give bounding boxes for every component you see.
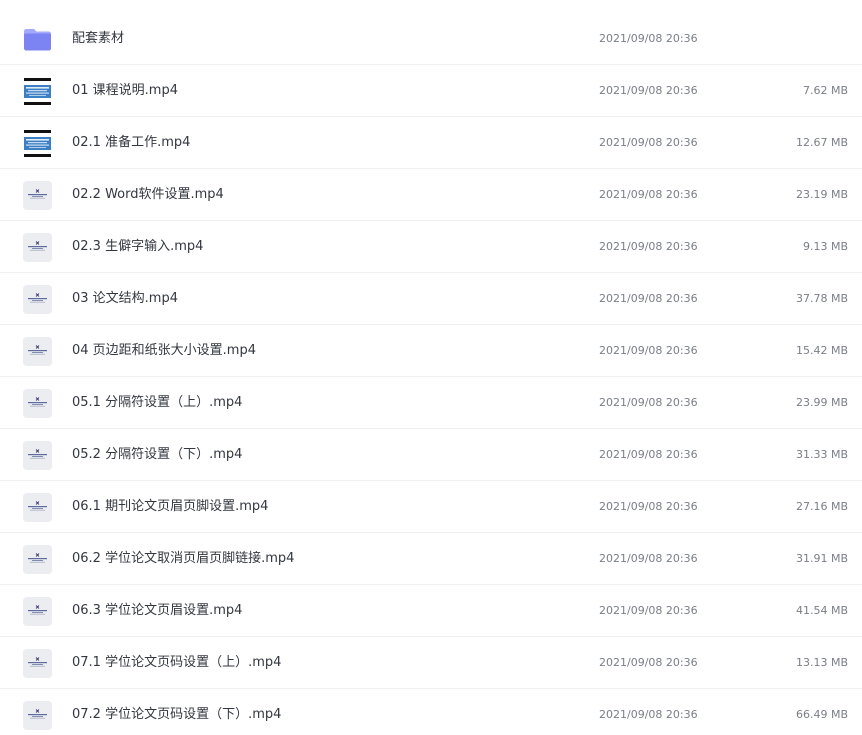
file-name[interactable]: 06.1 期刊论文页眉页脚设置.mp4 [72, 481, 268, 533]
modified-date: 2021/09/08 20:36 [599, 292, 698, 305]
file-size: 37.78 MB [795, 292, 848, 305]
file-size: 15.42 MB [795, 344, 848, 357]
file-row[interactable]: 05.2 分隔符设置（下）.mp4 2021/09/08 20:36 31.33 M… [0, 429, 862, 481]
file-size: 31.33 MB [795, 448, 848, 461]
video-thumbnail-light-icon [23, 545, 52, 574]
modified-date: 2021/09/08 20:36 [599, 396, 698, 409]
video-thumbnail-dark-icon [23, 129, 52, 158]
file-row[interactable]: 02.2 Word软件设置.mp4 2021/09/08 20:36 23.19 M… [0, 169, 862, 221]
file-row[interactable]: 02.1 准备工作.mp4 2021/09/08 20:36 12.67 MB [0, 117, 862, 169]
file-name[interactable]: 配套素材 [72, 13, 124, 65]
modified-date: 2021/09/08 20:36 [599, 448, 698, 461]
video-thumbnail-dark-icon [23, 77, 52, 106]
file-row[interactable]: 01 课程说明.mp4 2021/09/08 20:36 7.62 MB [0, 65, 862, 117]
video-thumbnail-light-icon [23, 597, 52, 626]
video-thumbnail-light-icon [23, 285, 52, 314]
modified-date: 2021/09/08 20:36 [599, 188, 698, 201]
file-row[interactable]: 06.1 期刊论文页眉页脚设置.mp4 2021/09/08 20:36 27.16… [0, 481, 862, 533]
file-size: 23.99 MB [795, 396, 848, 409]
video-thumbnail-light-icon [23, 181, 52, 210]
file-name[interactable]: 01 课程说明.mp4 [72, 65, 178, 117]
file-size: 12.67 MB [795, 136, 848, 149]
modified-date: 2021/09/08 20:36 [599, 656, 698, 669]
file-size: 23.19 MB [795, 188, 848, 201]
file-name[interactable]: 02.1 准备工作.mp4 [72, 117, 190, 169]
file-name[interactable]: 06.3 学位论文页眉设置.mp4 [72, 585, 242, 637]
file-row[interactable]: 04 页边距和纸张大小设置.mp4 2021/09/08 20:36 15.42 M… [0, 325, 862, 377]
file-row[interactable]: 06.2 学位论文取消页眉页脚链接.mp4 2021/09/08 20:36 31.… [0, 533, 862, 585]
video-thumbnail-light-icon [23, 649, 52, 678]
video-thumbnail-light-icon [23, 441, 52, 470]
file-row[interactable]: 07.2 学位论文页码设置（下）.mp4 2021/09/08 20:36 66.4… [0, 689, 862, 735]
file-size: 66.49 MB [795, 708, 848, 721]
file-name[interactable]: 05.2 分隔符设置（下）.mp4 [72, 429, 242, 481]
modified-date: 2021/09/08 20:36 [599, 552, 698, 565]
file-name[interactable]: 04 页边距和纸张大小设置.mp4 [72, 325, 256, 377]
modified-date: 2021/09/08 20:36 [599, 240, 698, 253]
file-row[interactable]: 03 论文结构.mp4 2021/09/08 20:36 37.78 MB [0, 273, 862, 325]
file-size: 27.16 MB [795, 500, 848, 513]
modified-date: 2021/09/08 20:36 [599, 604, 698, 617]
file-name[interactable]: 07.1 学位论文页码设置（上）.mp4 [72, 637, 281, 689]
file-row[interactable]: 02.3 生僻字输入.mp4 2021/09/08 20:36 9.13 MB [0, 221, 862, 273]
video-thumbnail-light-icon [23, 493, 52, 522]
video-thumbnail-light-icon [23, 389, 52, 418]
file-name[interactable]: 06.2 学位论文取消页眉页脚链接.mp4 [72, 533, 294, 585]
file-name[interactable]: 02.3 生僻字输入.mp4 [72, 221, 203, 273]
file-row[interactable]: 05.1 分隔符设置（上）.mp4 2021/09/08 20:36 23.99 M… [0, 377, 862, 429]
file-size: 41.54 MB [795, 604, 848, 617]
file-name[interactable]: 03 论文结构.mp4 [72, 273, 178, 325]
file-name[interactable]: 02.2 Word软件设置.mp4 [72, 169, 224, 221]
file-row[interactable]: 06.3 学位论文页眉设置.mp4 2021/09/08 20:36 41.54 M… [0, 585, 862, 637]
modified-date: 2021/09/08 20:36 [599, 136, 698, 149]
video-thumbnail-light-icon [23, 701, 52, 730]
file-row[interactable]: 07.1 学位论文页码设置（上）.mp4 2021/09/08 20:36 13.1… [0, 637, 862, 689]
modified-date: 2021/09/08 20:36 [599, 344, 698, 357]
file-size: 31.91 MB [795, 552, 848, 565]
folder-row[interactable]: 配套素材 2021/09/08 20:36 [0, 13, 862, 65]
modified-date: 2021/09/08 20:36 [599, 84, 698, 97]
folder-icon [23, 25, 52, 54]
file-name[interactable]: 05.1 分隔符设置（上）.mp4 [72, 377, 242, 429]
modified-date: 2021/09/08 20:36 [599, 32, 698, 45]
file-list: 配套素材 2021/09/08 20:36 01 课程说明.mp4 2021/09/0… [0, 0, 862, 735]
modified-date: 2021/09/08 20:36 [599, 500, 698, 513]
video-thumbnail-light-icon [23, 337, 52, 366]
file-name[interactable]: 07.2 学位论文页码设置（下）.mp4 [72, 689, 281, 735]
file-size: 13.13 MB [795, 656, 848, 669]
modified-date: 2021/09/08 20:36 [599, 708, 698, 721]
file-size: 7.62 MB [802, 84, 848, 97]
file-size: 9.13 MB [802, 240, 848, 253]
video-thumbnail-light-icon [23, 233, 52, 262]
